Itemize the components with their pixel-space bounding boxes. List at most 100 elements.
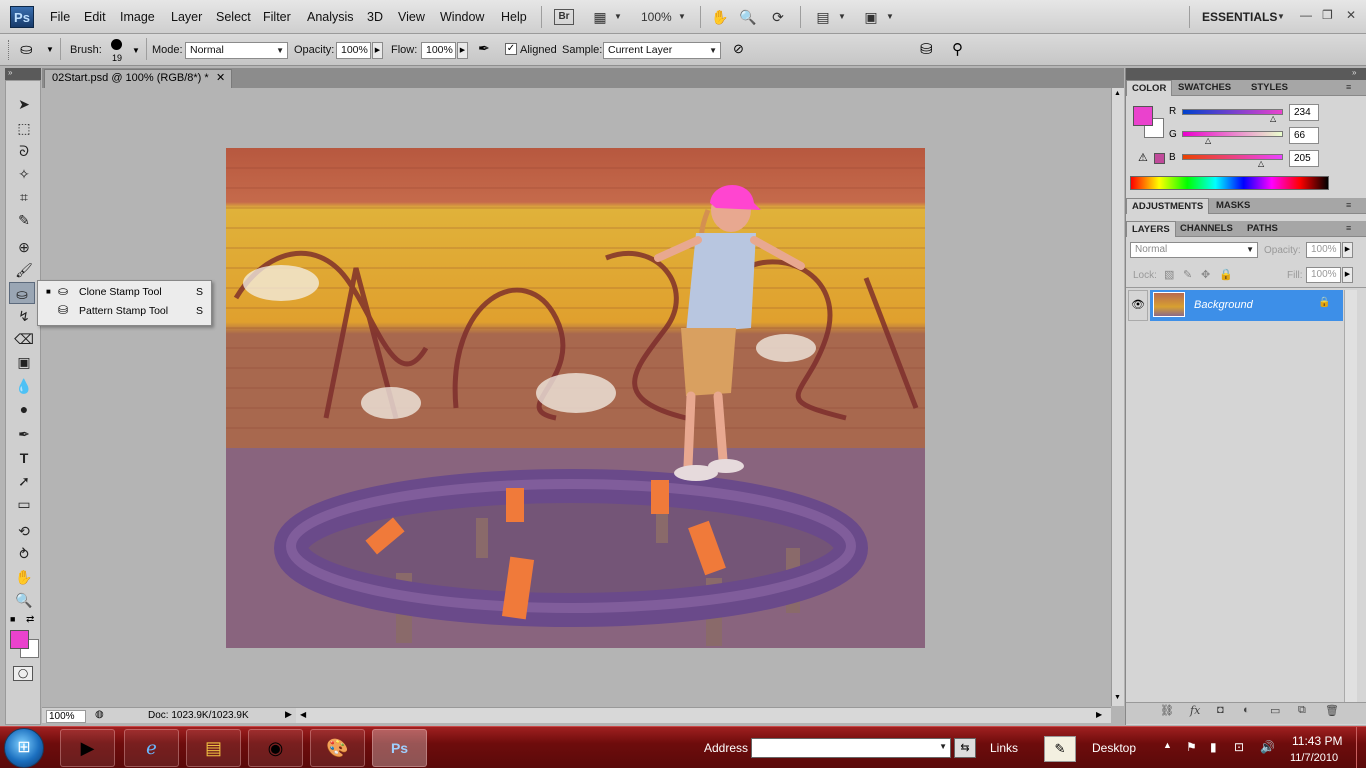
chevron-down-icon[interactable]: ▼: [676, 7, 688, 27]
move-tool-icon[interactable]: ➤: [6, 93, 42, 115]
eyedropper-tool-icon[interactable]: ✎: [6, 209, 42, 231]
tab-adjustments[interactable]: ADJUSTMENTS: [1126, 198, 1210, 214]
slider-thumb-icon[interactable]: △: [1205, 136, 1211, 145]
opacity-input[interactable]: 100%: [336, 42, 371, 59]
chevron-down-icon[interactable]: ▼: [612, 7, 624, 27]
fill-stepper[interactable]: ▶: [1342, 267, 1353, 283]
chevron-down-icon[interactable]: ▼: [836, 7, 848, 27]
show-desktop-button[interactable]: [1356, 727, 1366, 768]
collapse-icon[interactable]: »: [8, 68, 12, 77]
vertical-scrollbar[interactable]: ▲ ▼: [1111, 88, 1124, 706]
3d-rotate-tool-icon[interactable]: ⟲: [6, 520, 42, 542]
paint-icon[interactable]: 🎨: [310, 729, 365, 767]
add-mask-icon[interactable]: ◘: [1217, 704, 1224, 716]
tab-layers[interactable]: LAYERS: [1126, 221, 1176, 237]
blue-value-input[interactable]: 205: [1289, 150, 1319, 167]
layer-style-icon[interactable]: fx: [1190, 704, 1200, 717]
chevron-down-icon[interactable]: ▼: [46, 45, 54, 54]
menu-filter[interactable]: Filter: [263, 10, 291, 24]
lock-transparent-icon[interactable]: ▧: [1164, 268, 1174, 281]
panel-menu-icon[interactable]: ≡: [1346, 223, 1351, 233]
slider-thumb-icon[interactable]: △: [1258, 159, 1264, 168]
brush-tool-icon[interactable]: 🖌: [6, 259, 42, 281]
bridge-button[interactable]: Br: [554, 9, 574, 25]
panel-dock-header[interactable]: [1126, 68, 1366, 80]
chevron-down-icon[interactable]: ▼: [884, 7, 896, 27]
menu-edit[interactable]: Edit: [84, 10, 106, 24]
internet-explorer-icon[interactable]: ℯ: [124, 729, 179, 767]
horizontal-scrollbar[interactable]: ◀ ▶: [296, 707, 1111, 723]
opacity-stepper[interactable]: ▶: [372, 42, 383, 59]
magic-wand-tool-icon[interactable]: ✧: [6, 163, 42, 185]
quick-mask-icon[interactable]: ◯: [13, 666, 33, 681]
volume-icon[interactable]: 🔊: [1260, 740, 1275, 754]
eraser-tool-icon[interactable]: ⌫: [6, 328, 42, 350]
flyout-item-pattern-stamp[interactable]: ⛁ Pattern Stamp Tool S: [38, 302, 211, 321]
dodge-tool-icon[interactable]: ●: [6, 398, 42, 420]
layer-opacity-stepper[interactable]: ▶: [1342, 242, 1353, 258]
menu-select[interactable]: Select: [216, 10, 251, 24]
address-input[interactable]: ▼: [751, 738, 951, 758]
clock-date[interactable]: 11/7/2010: [1290, 752, 1338, 764]
battery-icon[interactable]: ▮: [1210, 740, 1217, 754]
blend-mode-select[interactable]: Normal ▼: [1130, 242, 1258, 258]
document-photo[interactable]: [226, 148, 925, 648]
slider-thumb-icon[interactable]: △: [1270, 114, 1276, 123]
file-explorer-icon[interactable]: ▤: [186, 729, 241, 767]
lock-all-icon[interactable]: 🔒: [1219, 268, 1233, 281]
menu-layer[interactable]: Layer: [171, 10, 202, 24]
shape-tool-icon[interactable]: ▭: [6, 493, 42, 515]
tab-masks[interactable]: MASKS: [1211, 198, 1255, 214]
default-colors-icon[interactable]: ■: [10, 614, 15, 624]
lock-position-icon[interactable]: ✥: [1201, 268, 1210, 281]
green-slider[interactable]: [1182, 131, 1283, 137]
tab-color[interactable]: COLOR: [1126, 80, 1173, 96]
menu-3d[interactable]: 3D: [367, 10, 383, 24]
clone-stamp-tool-icon[interactable]: ⛀: [9, 282, 35, 304]
hand-tool-icon[interactable]: ✋: [710, 7, 730, 27]
menu-view[interactable]: View: [398, 10, 425, 24]
sample-select[interactable]: Current Layer ▼: [603, 42, 721, 59]
panel-menu-icon[interactable]: ≡: [1346, 200, 1351, 210]
media-player-icon[interactable]: ▶: [60, 729, 115, 767]
zoom-tool-icon[interactable]: 🔍: [6, 589, 42, 611]
panel-menu-icon[interactable]: ≡: [1346, 82, 1351, 92]
green-value-input[interactable]: 66: [1289, 127, 1319, 144]
red-value-input[interactable]: 234: [1289, 104, 1319, 121]
healing-brush-tool-icon[interactable]: ⊕: [6, 236, 42, 258]
restore-icon[interactable]: ❐: [1322, 8, 1333, 22]
scroll-right-icon[interactable]: ▶: [1096, 710, 1102, 719]
scroll-down-icon[interactable]: ▼: [1114, 694, 1121, 701]
chevron-down-icon[interactable]: ▼: [132, 46, 140, 55]
lasso-tool-icon[interactable]: ᘐ: [6, 140, 42, 162]
fill-input[interactable]: 100%: [1306, 267, 1341, 283]
menu-help[interactable]: Help: [501, 10, 527, 24]
pen-tool-icon[interactable]: ✒: [6, 423, 42, 445]
menu-analysis[interactable]: Analysis: [307, 10, 354, 24]
network-icon[interactable]: ⊡: [1234, 740, 1244, 754]
zoom-tool-icon[interactable]: 🔍: [738, 7, 758, 27]
clock-time[interactable]: 11:43 PM: [1292, 734, 1342, 748]
layer-thumbnail[interactable]: [1153, 292, 1185, 317]
3d-orbit-tool-icon[interactable]: ⥁: [6, 543, 42, 565]
tab-channels[interactable]: CHANNELS: [1175, 221, 1238, 237]
menu-image[interactable]: Image: [120, 10, 155, 24]
links-toolbar[interactable]: Links: [990, 741, 1018, 755]
foreground-color-swatch[interactable]: [1133, 106, 1153, 126]
warning-icon[interactable]: ⚠: [1138, 151, 1148, 164]
swap-colors-icon[interactable]: ⇄: [26, 614, 34, 625]
options-grip[interactable]: [8, 40, 11, 60]
status-zoom-input[interactable]: 100%: [46, 710, 86, 723]
blur-tool-icon[interactable]: 💧: [6, 375, 42, 397]
flyout-item-clone-stamp[interactable]: ■ ⛀ Clone Stamp Tool S: [38, 283, 211, 302]
layer-opacity-input[interactable]: 100%: [1306, 242, 1341, 258]
status-menu-arrow-icon[interactable]: ▶: [285, 709, 292, 720]
arrange-documents-icon[interactable]: ▤: [812, 7, 834, 27]
flow-stepper[interactable]: ▶: [457, 42, 468, 59]
minimize-icon[interactable]: —: [1300, 8, 1312, 22]
clone-source-panel-icon[interactable]: ⛁: [920, 40, 933, 58]
address-go-icon[interactable]: ⇆: [954, 738, 976, 758]
workspace-switcher[interactable]: ESSENTIALS: [1202, 10, 1277, 24]
red-slider[interactable]: [1182, 109, 1283, 115]
screen-layout-icon[interactable]: ▣: [860, 7, 882, 27]
